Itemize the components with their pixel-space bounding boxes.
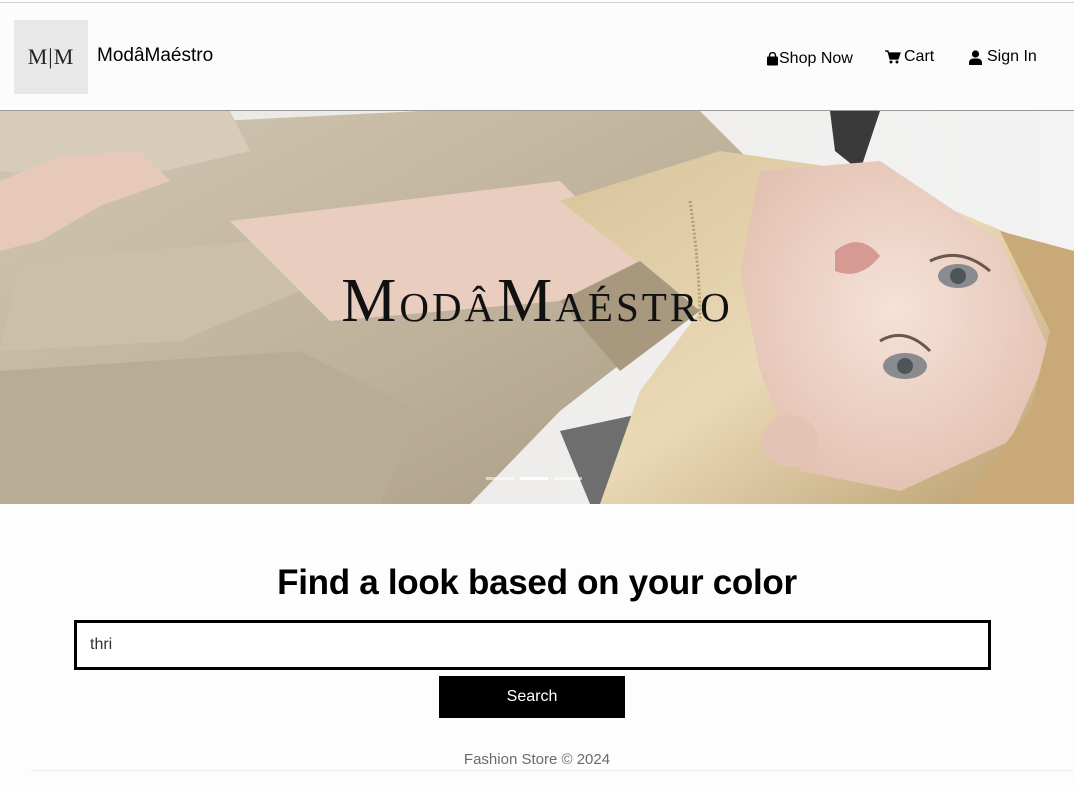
carousel-indicator-3[interactable] bbox=[554, 477, 582, 480]
cart-icon bbox=[885, 50, 901, 64]
logo-monogram: M|M bbox=[27, 44, 75, 69]
hero-title-letter-2: M bbox=[497, 267, 556, 335]
hero-carousel[interactable]: ModâMaéstro bbox=[0, 111, 1074, 504]
color-search-input[interactable] bbox=[74, 620, 991, 670]
hero-title-part-1: odâ bbox=[399, 269, 498, 334]
user-icon bbox=[969, 49, 982, 65]
search-heading: Find a look based on your color bbox=[277, 563, 797, 602]
nav-sign-in-label: Sign In bbox=[987, 48, 1037, 65]
brand-logo[interactable]: M|M bbox=[14, 20, 88, 94]
navbar: M|M ModâMaéstro Shop Now Cart Sign In bbox=[0, 3, 1074, 111]
search-button[interactable]: Search bbox=[439, 676, 625, 718]
nav-sign-in[interactable]: Sign In bbox=[969, 48, 1037, 66]
footer-divider bbox=[30, 770, 1074, 771]
carousel-indicator-1[interactable] bbox=[486, 477, 514, 480]
nav-shop-now[interactable]: Shop Now bbox=[766, 50, 853, 68]
carousel-indicators bbox=[486, 477, 582, 480]
hero-title-part-2: aéstro bbox=[555, 269, 733, 334]
nav-cart-label: Cart bbox=[904, 48, 935, 65]
hero-title-letter-1: M bbox=[341, 267, 400, 335]
nav-shop-now-label: Shop Now bbox=[779, 50, 853, 67]
nav-cart[interactable]: Cart bbox=[885, 48, 934, 66]
carousel-indicator-2[interactable] bbox=[520, 477, 548, 480]
brand-name[interactable]: ModâMaéstro bbox=[97, 45, 213, 67]
shopping-bag-icon bbox=[766, 52, 779, 66]
footer-text: Fashion Store © 2024 bbox=[463, 751, 611, 768]
hero-title: ModâMaéstro bbox=[0, 266, 1074, 337]
